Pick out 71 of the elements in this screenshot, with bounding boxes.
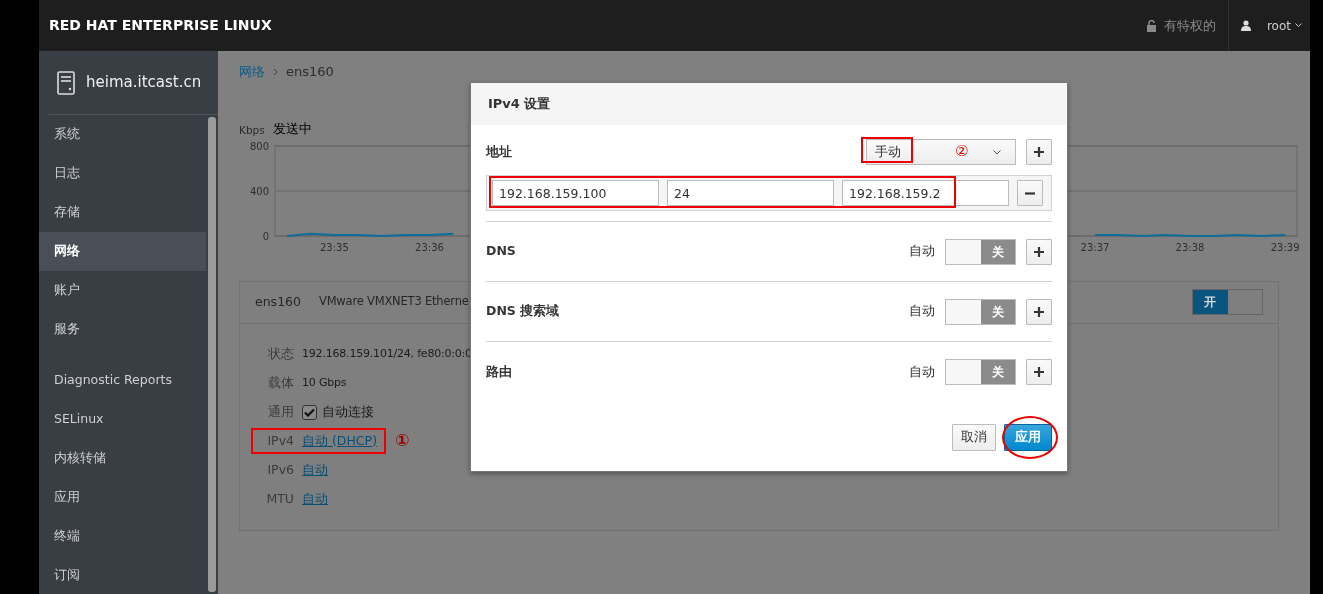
interface-name: ens160 xyxy=(255,292,301,311)
plus-icon xyxy=(1034,246,1044,257)
nav-item[interactable]: Diagnostic Reports xyxy=(39,361,206,400)
scrollbar[interactable] xyxy=(206,115,218,594)
nav-item[interactable]: 系统 xyxy=(39,115,206,154)
nav-item[interactable]: 日志 xyxy=(39,154,206,193)
user-icon xyxy=(1240,20,1251,31)
field-label: IPv4 xyxy=(266,431,295,450)
plus-icon xyxy=(1034,306,1044,317)
nav-item[interactable]: 账户 xyxy=(39,271,206,310)
checkbox-label: 自动连接 xyxy=(322,402,374,421)
host-name: heima.itcast.cn xyxy=(86,72,202,94)
text-field[interactable]: 192.168.159.2 xyxy=(842,180,1009,206)
section-label: 路由 xyxy=(486,362,513,381)
brand-title: RED HAT ENTERPRISE LINUX xyxy=(49,16,272,35)
field-label: MTU xyxy=(265,489,295,508)
field-label: 状态 xyxy=(267,344,295,363)
dialog-title: IPv4 设置 xyxy=(471,83,1067,125)
add-button[interactable] xyxy=(1026,238,1052,265)
chart-title: 发送中 xyxy=(272,120,312,138)
text-field[interactable]: 24 xyxy=(667,180,834,206)
field-value: 10 Gbps xyxy=(302,374,347,391)
auto-label: 自动 xyxy=(909,302,935,321)
add-button[interactable] xyxy=(1026,139,1052,165)
nav-item[interactable]: 服务 xyxy=(39,310,206,349)
minus-icon xyxy=(1025,191,1035,195)
y-tick-label: 0 xyxy=(262,230,269,242)
add-button[interactable] xyxy=(1026,298,1052,325)
x-tick-label: 23:37 xyxy=(1080,241,1110,253)
toggle-switch[interactable]: 开 xyxy=(1192,289,1263,315)
axis-unit: Kbps xyxy=(239,122,265,138)
caret-icon xyxy=(1295,23,1302,28)
text-field[interactable]: 192.168.159.100 xyxy=(492,180,659,206)
annotation-number: ② xyxy=(955,144,969,159)
section-label: 地址 xyxy=(486,142,513,161)
nav-item[interactable]: 应用 xyxy=(39,478,206,517)
lock-icon xyxy=(1146,19,1156,32)
y-tick-label: 800 xyxy=(249,140,269,152)
field-label: 载体 xyxy=(267,373,295,392)
breadcrumb-current: ens160 xyxy=(286,63,334,82)
section-label: DNS 搜索域 xyxy=(486,302,561,321)
plus-icon xyxy=(1034,367,1044,377)
add-button[interactable] xyxy=(1026,359,1052,385)
server-icon xyxy=(57,70,75,95)
x-tick-label: 23:36 xyxy=(415,241,444,253)
x-tick-label: 23:39 xyxy=(1270,241,1300,253)
x-tick-label: 23:38 xyxy=(1175,241,1205,253)
nav-item[interactable]: 终端 xyxy=(39,517,206,556)
privilege-status[interactable]: 有特权的 xyxy=(1163,15,1216,36)
plus-icon xyxy=(1034,147,1044,157)
auto-label: 自动 xyxy=(909,242,935,261)
caret-icon xyxy=(993,150,1001,155)
nav-item[interactable]: 网络 xyxy=(39,232,206,271)
nav-item[interactable]: 订阅 xyxy=(39,556,206,594)
user-menu[interactable]: root xyxy=(1266,16,1302,35)
x-tick-label: 23:35 xyxy=(320,241,349,253)
field-label: 通用 xyxy=(267,402,295,421)
nav-item[interactable]: 内核转储 xyxy=(39,439,206,478)
nav-item[interactable]: SELinux xyxy=(39,400,206,439)
remove-button[interactable] xyxy=(1017,180,1043,206)
chevron-icon xyxy=(273,68,278,76)
nav-item[interactable]: 存储 xyxy=(39,193,206,232)
auto-label: 自动 xyxy=(909,362,935,381)
cancel-button[interactable]: 取消 xyxy=(952,424,996,451)
annotation-number: ① xyxy=(395,429,410,453)
section-label: DNS xyxy=(486,242,517,261)
field-value: 192.168.159.101/24, fe80:0:0:0 xyxy=(302,345,472,362)
checkbox[interactable] xyxy=(302,404,317,420)
y-tick-label: 400 xyxy=(249,185,269,197)
interface-description: VMware VMXNET3 Etherne xyxy=(319,293,469,311)
field-label: IPv6 xyxy=(266,460,295,479)
